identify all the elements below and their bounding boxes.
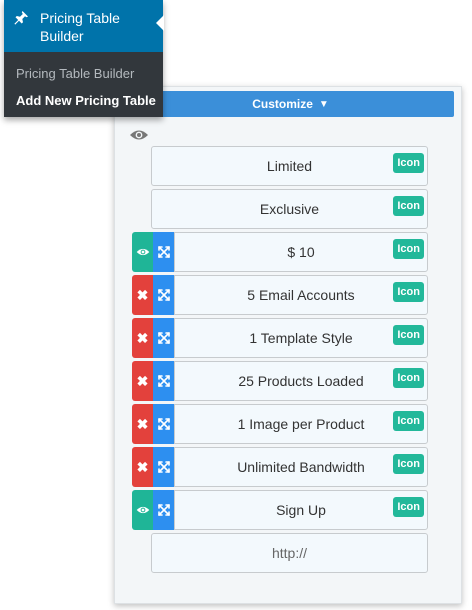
feature-text: $ 10 — [287, 244, 315, 260]
feature-row: ✖ 1 Image per Product Icon — [115, 404, 461, 444]
feature-row: ✖ 5 Email Accounts Icon — [115, 275, 461, 315]
customize-label: Customize — [252, 97, 313, 111]
feature-text: 25 Products Loaded — [238, 373, 364, 389]
feature-row: http:// — [115, 533, 461, 573]
submenu-pricing-table-builder[interactable]: Pricing Table Builder — [16, 66, 134, 81]
icon-picker-button[interactable]: Icon — [393, 454, 424, 474]
feature-text: Unlimited Bandwidth — [237, 459, 365, 475]
feature-text-input[interactable]: Limited Icon — [151, 146, 428, 186]
remove-icon[interactable]: ✖ — [132, 447, 153, 487]
feature-text: 5 Email Accounts — [247, 287, 355, 303]
caret-down-icon: ▼ — [318, 98, 329, 110]
icon-picker-button[interactable]: Icon — [393, 411, 424, 431]
feature-text-input[interactable]: $ 10 Icon — [174, 232, 428, 272]
remove-icon[interactable]: ✖ — [132, 318, 153, 358]
feature-text-input[interactable]: Sign Up Icon — [174, 490, 428, 530]
remove-icon[interactable]: ✖ — [132, 361, 153, 401]
feature-text-input[interactable]: 5 Email Accounts Icon — [174, 275, 428, 315]
feature-text: 1 Template Style — [249, 330, 353, 346]
customize-button[interactable]: Customize ▼ — [127, 91, 454, 117]
feature-row: ✖ 1 Template Style Icon — [115, 318, 461, 358]
feature-text-input[interactable]: 25 Products Loaded Icon — [174, 361, 428, 401]
eye-icon[interactable] — [129, 128, 149, 142]
feature-text-input[interactable]: 1 Image per Product Icon — [174, 404, 428, 444]
admin-menu: Pricing Table Builder Pricing Table Buil… — [4, 0, 164, 117]
button-link-input[interactable]: http:// — [151, 533, 428, 573]
icon-picker-button[interactable]: Icon — [393, 368, 424, 388]
feature-row: Limited Icon — [115, 146, 461, 186]
feature-row: ✖ Unlimited Bandwidth Icon — [115, 447, 461, 487]
menu-title: Pricing Table Builder — [40, 10, 120, 44]
icon-picker-button[interactable]: Icon — [393, 196, 424, 216]
pushpin-icon — [14, 11, 28, 25]
icon-picker-button[interactable]: Icon — [393, 239, 424, 259]
feature-text: Limited — [266, 158, 313, 174]
remove-icon[interactable]: ✖ — [132, 404, 153, 444]
move-icon[interactable] — [153, 447, 174, 487]
feature-text-input[interactable]: Unlimited Bandwidth Icon — [174, 447, 428, 487]
submenu-add-new-pricing-table[interactable]: Add New Pricing Table — [16, 93, 156, 108]
feature-text: 1 Image per Product — [237, 416, 365, 432]
icon-picker-button[interactable]: Icon — [393, 325, 424, 345]
eye-icon[interactable] — [132, 490, 153, 530]
feature-text: Exclusive — [259, 201, 320, 217]
move-icon[interactable] — [153, 232, 174, 272]
move-icon[interactable] — [153, 404, 174, 444]
move-icon[interactable] — [153, 275, 174, 315]
feature-row: $ 10 Icon — [115, 232, 461, 272]
move-icon[interactable] — [153, 490, 174, 530]
active-indicator — [156, 15, 164, 31]
feature-text-input[interactable]: 1 Template Style Icon — [174, 318, 428, 358]
feature-text-input[interactable]: Exclusive Icon — [151, 189, 428, 229]
feature-text: http:// — [271, 545, 308, 561]
icon-picker-button[interactable]: Icon — [393, 153, 424, 173]
feature-text: Sign Up — [276, 502, 326, 518]
icon-picker-button[interactable]: Icon — [393, 282, 424, 302]
pricing-column-editor: Customize ▼ Limited Icon Exclusive Icon $ 10… — [114, 86, 462, 604]
icon-picker-button[interactable]: Icon — [393, 497, 424, 517]
feature-row: ✖ 25 Products Loaded Icon — [115, 361, 461, 401]
menu-item-pricing-table-builder[interactable]: Pricing Table Builder — [4, 0, 164, 52]
feature-row: Exclusive Icon — [115, 189, 461, 229]
feature-row: Sign Up Icon — [115, 490, 461, 530]
remove-icon[interactable]: ✖ — [132, 275, 153, 315]
eye-icon[interactable] — [132, 232, 153, 272]
move-icon[interactable] — [153, 318, 174, 358]
move-icon[interactable] — [153, 361, 174, 401]
